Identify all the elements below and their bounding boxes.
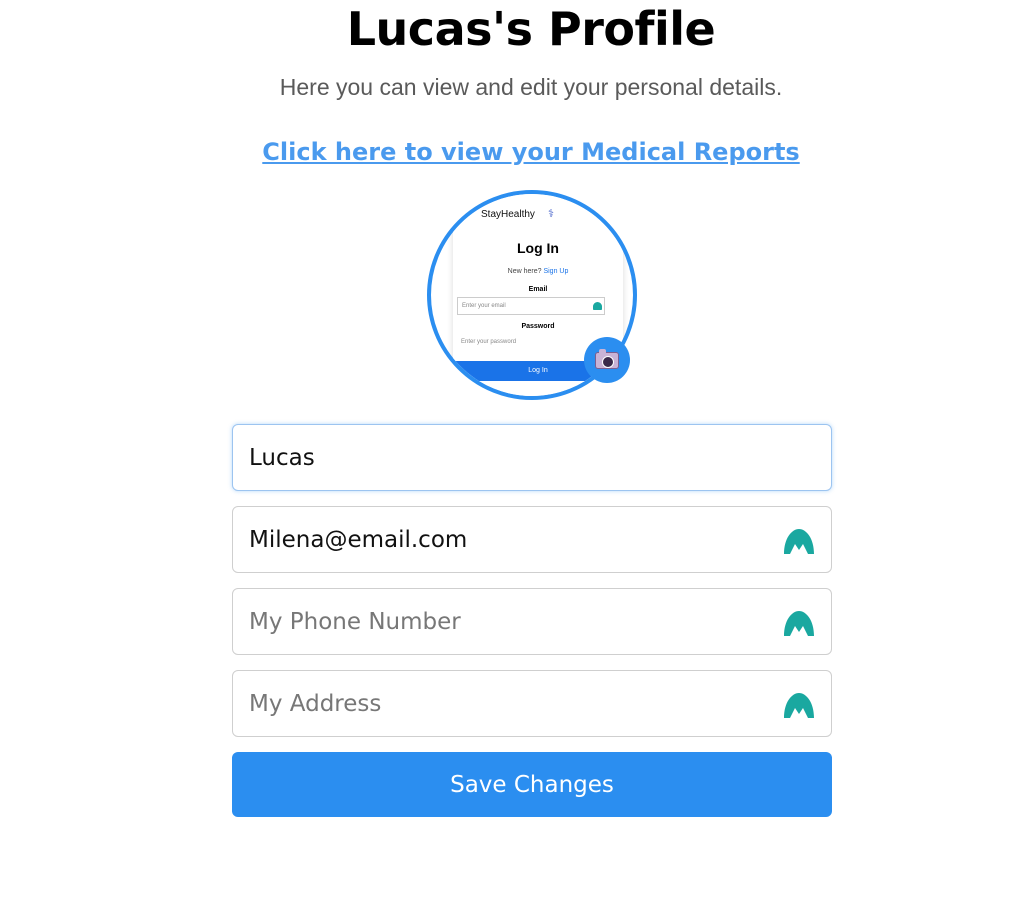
page-title: Lucas's Profile	[346, 2, 716, 56]
email-field[interactable]	[232, 506, 832, 573]
save-changes-button[interactable]: Save Changes	[232, 752, 832, 817]
avatar-password-input: Enter your password	[461, 339, 517, 345]
camera-icon	[595, 348, 619, 369]
profile-picture: StayHealthy ⚕ Log In New here? Sign Up E…	[427, 190, 637, 400]
avatar-brand: StayHealthy	[481, 209, 535, 220]
avatar-new-here: New here? Sign Up	[453, 268, 623, 275]
profile-page: Lucas's Profile Here you can view and ed…	[0, 0, 1011, 904]
name-input[interactable]	[249, 437, 769, 478]
page-subtitle: Here you can view and edit your personal…	[279, 74, 783, 100]
caduceus-icon: ⚕	[548, 208, 554, 220]
email-input[interactable]	[249, 519, 769, 560]
avatar-new-here-text: New here?	[507, 268, 542, 275]
address-input[interactable]	[249, 683, 769, 724]
name-field[interactable]	[232, 424, 832, 491]
address-field[interactable]	[232, 670, 832, 737]
phone-input[interactable]	[249, 601, 769, 642]
avatar-password-label: Password	[521, 323, 555, 330]
avatar-email-input: Enter your email	[457, 297, 605, 315]
autofill-extension-icon[interactable]	[783, 609, 815, 637]
avatar-signup-text: Sign Up	[543, 268, 569, 275]
autofill-extension-icon	[593, 302, 602, 310]
medical-reports-link[interactable]: Click here to view your Medical Reports	[0, 136, 1011, 168]
autofill-extension-icon[interactable]	[783, 691, 815, 719]
autofill-extension-icon[interactable]	[783, 527, 815, 555]
avatar-email-label: Email	[528, 286, 548, 293]
phone-field[interactable]	[232, 588, 832, 655]
avatar-login-heading: Log In	[517, 240, 559, 256]
change-photo-button[interactable]	[584, 337, 630, 383]
